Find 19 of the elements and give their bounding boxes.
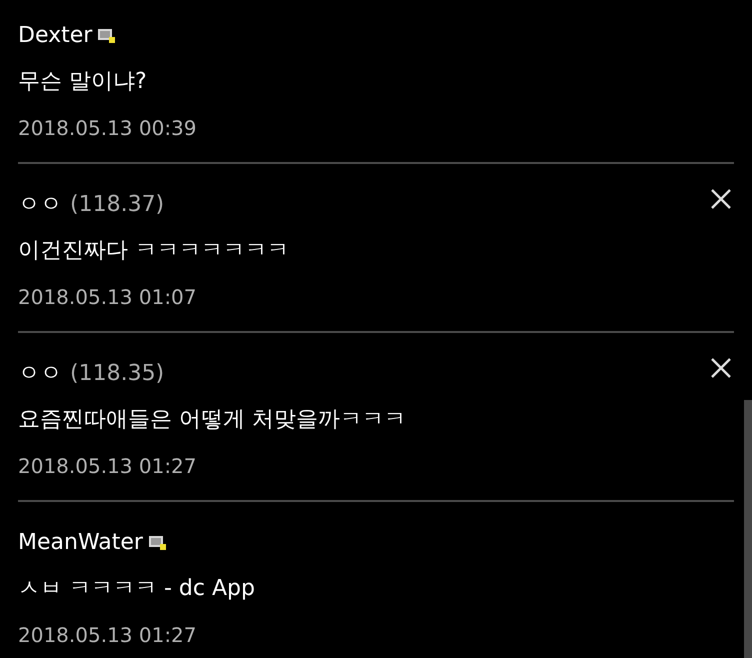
member-badge-icon [148,534,166,550]
member-badge-icon [98,28,116,42]
author-name: Dexter [18,22,92,48]
author-name: MeanWater [18,530,143,554]
comment-time: 2018.05.13 01:27 [18,453,198,480]
comment-time: 2018.05.13 01:27 [18,622,198,649]
comment-text: 무슨 말이냐? [18,68,148,96]
comment-time: 2018.05.13 01:07 [18,284,198,311]
comment-text: 이건진짜다 ㅋㅋㅋㅋㅋㅋㅋ [18,237,290,265]
comment-time: 2018.05.13 00:39 [18,115,198,142]
comment-text: ㅅㅂ ㅋㅋㅋㅋ - dc App [18,575,256,603]
ip-address: (118.37) [70,192,164,216]
scrollbar[interactable] [744,400,752,658]
close-icon[interactable] [710,188,732,210]
close-icon[interactable] [710,357,732,379]
author-name: ㅇㅇ [18,191,62,219]
author-name: ㅇㅇ [18,360,62,388]
ip-address: (118.35) [70,360,164,386]
comment-text: 요즘찐따애들은 어떻게 처맞을까ㅋㅋㅋ [18,406,407,434]
